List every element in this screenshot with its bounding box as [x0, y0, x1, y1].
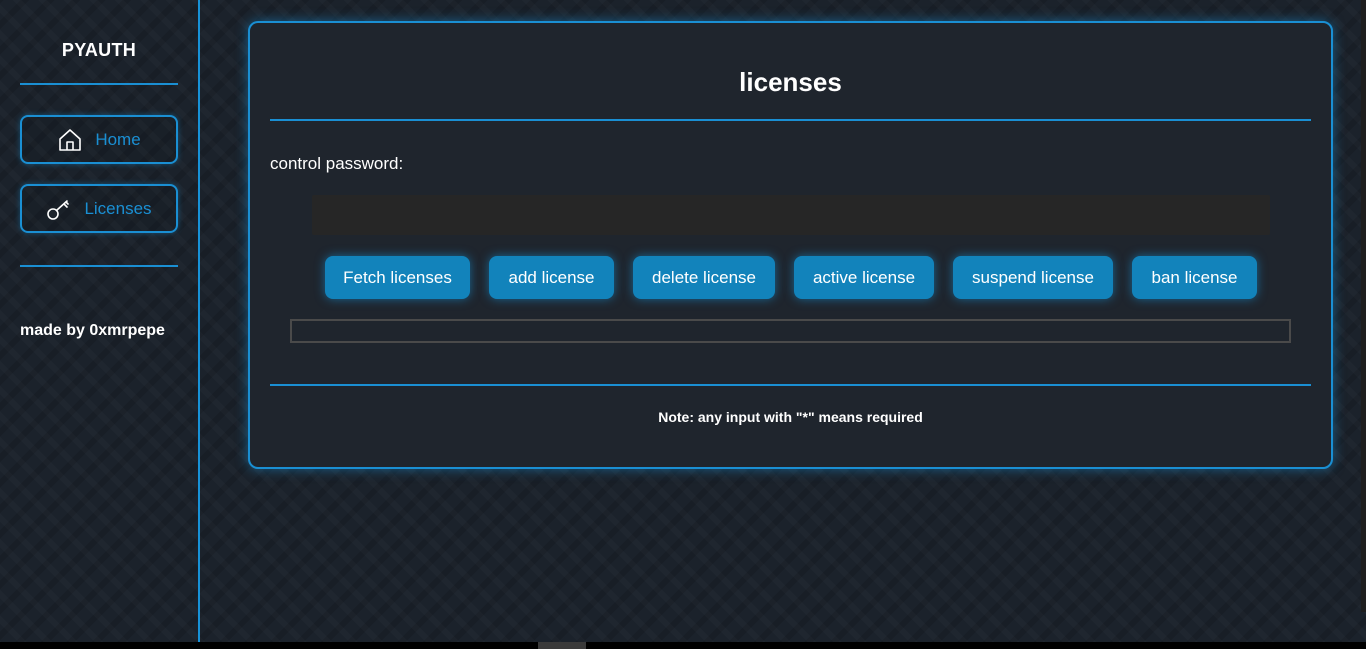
required-note: Note: any input with "*" means required [658, 409, 923, 425]
sidebar: PYAUTH Home Licenses made by 0xmrpepe [0, 0, 200, 642]
sidebar-item-home[interactable]: Home [20, 115, 178, 164]
key-icon [46, 196, 72, 222]
licenses-card: licenses control password: Fetch license… [248, 21, 1333, 469]
page-scrollbar[interactable] [1361, 0, 1366, 612]
sidebar-divider-top [20, 83, 178, 85]
sidebar-item-licenses-label: Licenses [84, 198, 152, 218]
output-box [290, 319, 1291, 343]
suspend-license-button[interactable]: suspend license [953, 256, 1113, 299]
sidebar-item-home-label: Home [95, 129, 141, 149]
credit-text: made by 0xmrpepe [20, 322, 165, 339]
brand-title: PYAUTH [61, 40, 137, 60]
add-license-button[interactable]: add license [489, 256, 614, 299]
ban-license-button[interactable]: ban license [1132, 256, 1257, 299]
fetch-licenses-button[interactable]: Fetch licenses [325, 256, 470, 299]
home-icon [57, 127, 83, 153]
password-label: control password: [270, 154, 404, 173]
card-divider-top [270, 119, 1311, 121]
active-license-button[interactable]: active license [794, 256, 934, 299]
taskbar [0, 642, 1366, 649]
sidebar-divider-bottom [20, 265, 178, 267]
taskbar-item[interactable] [538, 642, 586, 649]
sidebar-item-licenses[interactable]: Licenses [20, 184, 178, 233]
page-title: licenses [739, 67, 842, 97]
card-divider-bottom [270, 384, 1311, 386]
control-password-input[interactable] [312, 195, 1270, 235]
delete-license-button[interactable]: delete license [633, 256, 775, 299]
